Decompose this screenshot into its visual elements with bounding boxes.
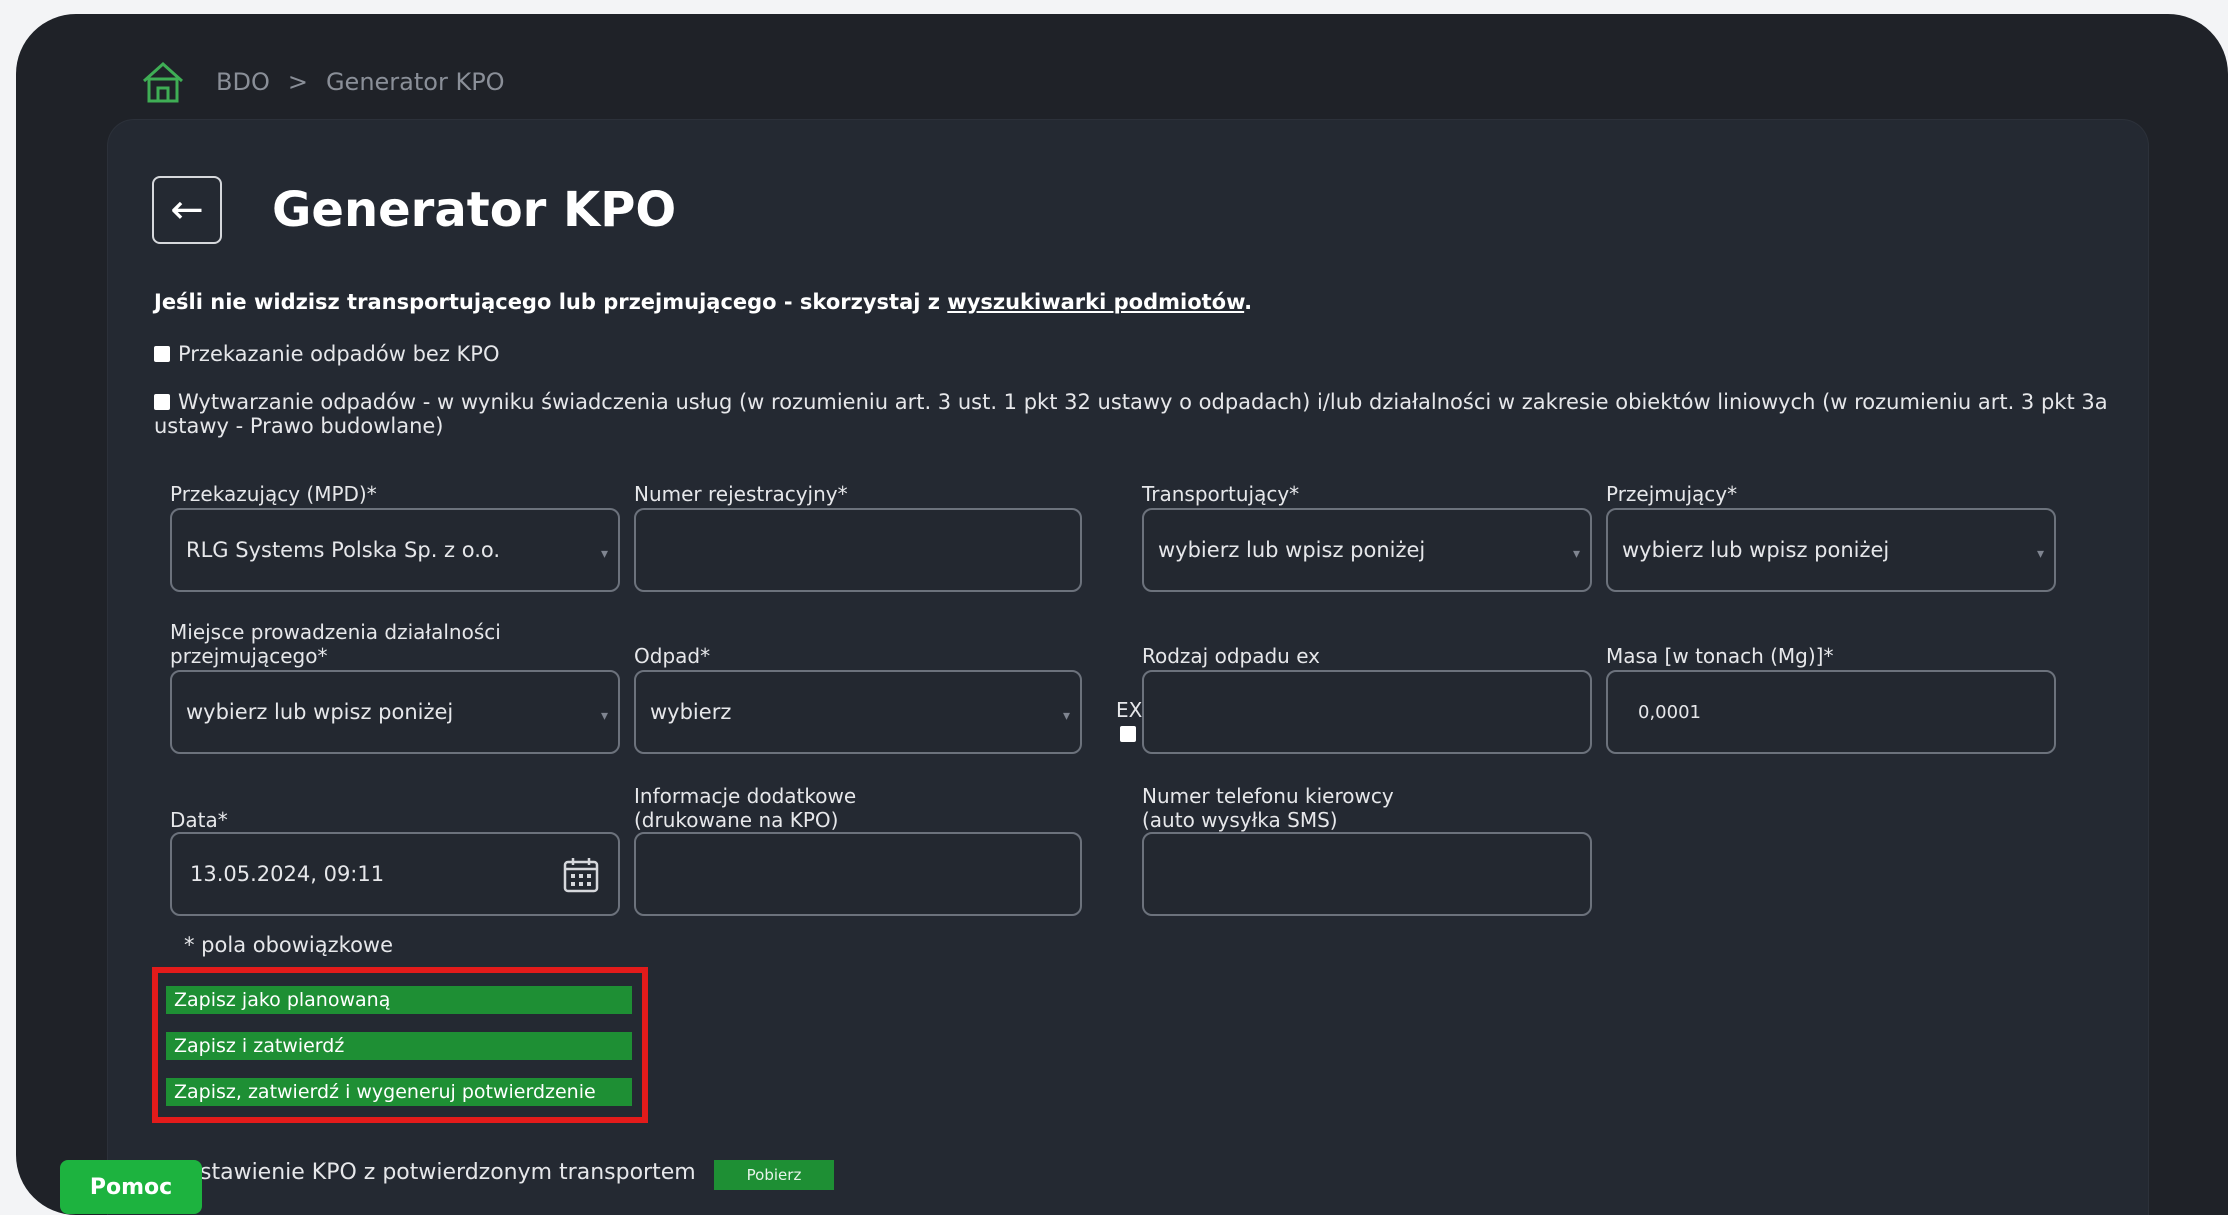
przejmujacy-value: wybierz lub wpisz poniżej: [1622, 538, 1890, 562]
transportujacy-label: Transportujący*: [1142, 482, 1300, 506]
miejsce-label: Miejsce prowadzenia działalności przejmu…: [170, 620, 501, 668]
telefon-label: Numer telefonu kierowcy (auto wysyłka SM…: [1142, 784, 1394, 832]
arrow-left-icon: ←: [170, 187, 204, 233]
odpad-value: wybierz: [650, 700, 732, 724]
data-label: Data*: [170, 808, 228, 832]
required-note: * pola obowiązkowe: [184, 933, 394, 957]
masa-label: Masa [w tonach (Mg)]*: [1606, 644, 1834, 668]
form-panel: ← Generator KPO Jeśli nie widzisz transp…: [108, 120, 2148, 1215]
rodzaj-label: Rodzaj odpadu ex: [1142, 644, 1320, 668]
przejmujacy-select[interactable]: wybierz lub wpisz poniżej ▾: [1606, 508, 2056, 592]
chevron-down-icon: ▾: [1062, 708, 1070, 724]
download-button[interactable]: Pobierz: [714, 1160, 834, 1190]
odpad-select[interactable]: wybierz ▾: [634, 670, 1082, 754]
przekazujacy-value: RLG Systems Polska Sp. z o.o.: [186, 538, 501, 562]
info-dod-label-line2: (drukowane na KPO): [634, 808, 839, 832]
breadcrumb: BDO > Generator KPO: [140, 60, 505, 104]
breadcrumb-root[interactable]: BDO: [216, 68, 270, 96]
app-window: BDO > Generator KPO ← Generator KPO Jeśl…: [16, 14, 2228, 1215]
chevron-down-icon: ▾: [600, 708, 608, 724]
data-input[interactable]: 13.05.2024, 09:11: [170, 832, 620, 916]
odpad-label: Odpad*: [634, 644, 711, 668]
chevron-down-icon: ▾: [600, 546, 608, 562]
report-text: stawienie KPO z potwierdzonym transporte…: [200, 1160, 696, 1185]
masa-input[interactable]: 0,0001: [1606, 670, 2056, 754]
checkbox-without-kpo[interactable]: Przekazanie odpadów bez KPO: [154, 342, 499, 366]
przekazujacy-label: Przekazujący (MPD)*: [170, 482, 377, 506]
info-text: Jeśli nie widzisz transportującego lub p…: [154, 290, 1252, 314]
ex-label: EX: [1116, 698, 1143, 722]
save-planned-button[interactable]: Zapisz jako planowaną: [166, 986, 632, 1014]
miejsce-label-line1: Miejsce prowadzenia działalności: [170, 620, 501, 644]
transportujacy-value: wybierz lub wpisz poniżej: [1158, 538, 1426, 562]
rodzaj-input[interactable]: [1142, 670, 1592, 754]
info-dod-label: Informacje dodatkowe (drukowane na KPO): [634, 784, 856, 832]
calendar-icon[interactable]: [562, 856, 600, 894]
data-value: 13.05.2024, 09:11: [190, 862, 385, 886]
masa-value: 0,0001: [1638, 701, 1701, 723]
save-confirm-button[interactable]: Zapisz i zatwierdź: [166, 1032, 632, 1060]
back-button[interactable]: ←: [152, 176, 222, 244]
miejsce-select[interactable]: wybierz lub wpisz poniżej ▾: [170, 670, 620, 754]
breadcrumb-separator: >: [287, 68, 308, 96]
checkbox-box[interactable]: [154, 346, 170, 362]
checkbox-label: Przekazanie odpadów bez KPO: [178, 342, 500, 366]
entity-search-link[interactable]: wyszukiwarki podmiotów: [947, 290, 1244, 314]
telefon-label-line1: Numer telefonu kierowcy: [1142, 784, 1394, 808]
page-title: Generator KPO: [272, 182, 677, 238]
przejmujacy-label: Przejmujący*: [1606, 482, 1738, 506]
checkbox-label: Wytwarzanie odpadów - w wyniku świadczen…: [154, 390, 2108, 438]
telefon-label-line2: (auto wysyłka SMS): [1142, 808, 1338, 832]
numer-rej-input[interactable]: [634, 508, 1082, 592]
transportujacy-select[interactable]: wybierz lub wpisz poniżej ▾: [1142, 508, 1592, 592]
info-prefix: Jeśli nie widzisz transportującego lub p…: [154, 290, 948, 314]
miejsce-value: wybierz lub wpisz poniżej: [186, 700, 454, 724]
help-button[interactable]: Pomoc: [60, 1160, 202, 1214]
home-icon[interactable]: [140, 59, 186, 105]
numer-rej-label: Numer rejestracyjny*: [634, 482, 848, 506]
info-dod-label-line1: Informacje dodatkowe: [634, 784, 857, 808]
przekazujacy-select[interactable]: RLG Systems Polska Sp. z o.o. ▾: [170, 508, 620, 592]
info-suffix: .: [1244, 290, 1253, 314]
checkbox-waste-generation[interactable]: Wytwarzanie odpadów - w wyniku świadczen…: [154, 390, 2144, 438]
telefon-input[interactable]: [1142, 832, 1592, 916]
chevron-down-icon: ▾: [2036, 546, 2044, 562]
chevron-down-icon: ▾: [1572, 546, 1580, 562]
breadcrumb-current: Generator KPO: [325, 68, 505, 96]
ex-checkbox[interactable]: [1120, 726, 1136, 742]
checkbox-box[interactable]: [154, 394, 170, 410]
miejsce-label-line2: przejmującego*: [170, 644, 328, 668]
save-confirm-generate-button[interactable]: Zapisz, zatwierdź i wygeneruj potwierdze…: [166, 1078, 632, 1106]
info-dod-input[interactable]: [634, 832, 1082, 916]
